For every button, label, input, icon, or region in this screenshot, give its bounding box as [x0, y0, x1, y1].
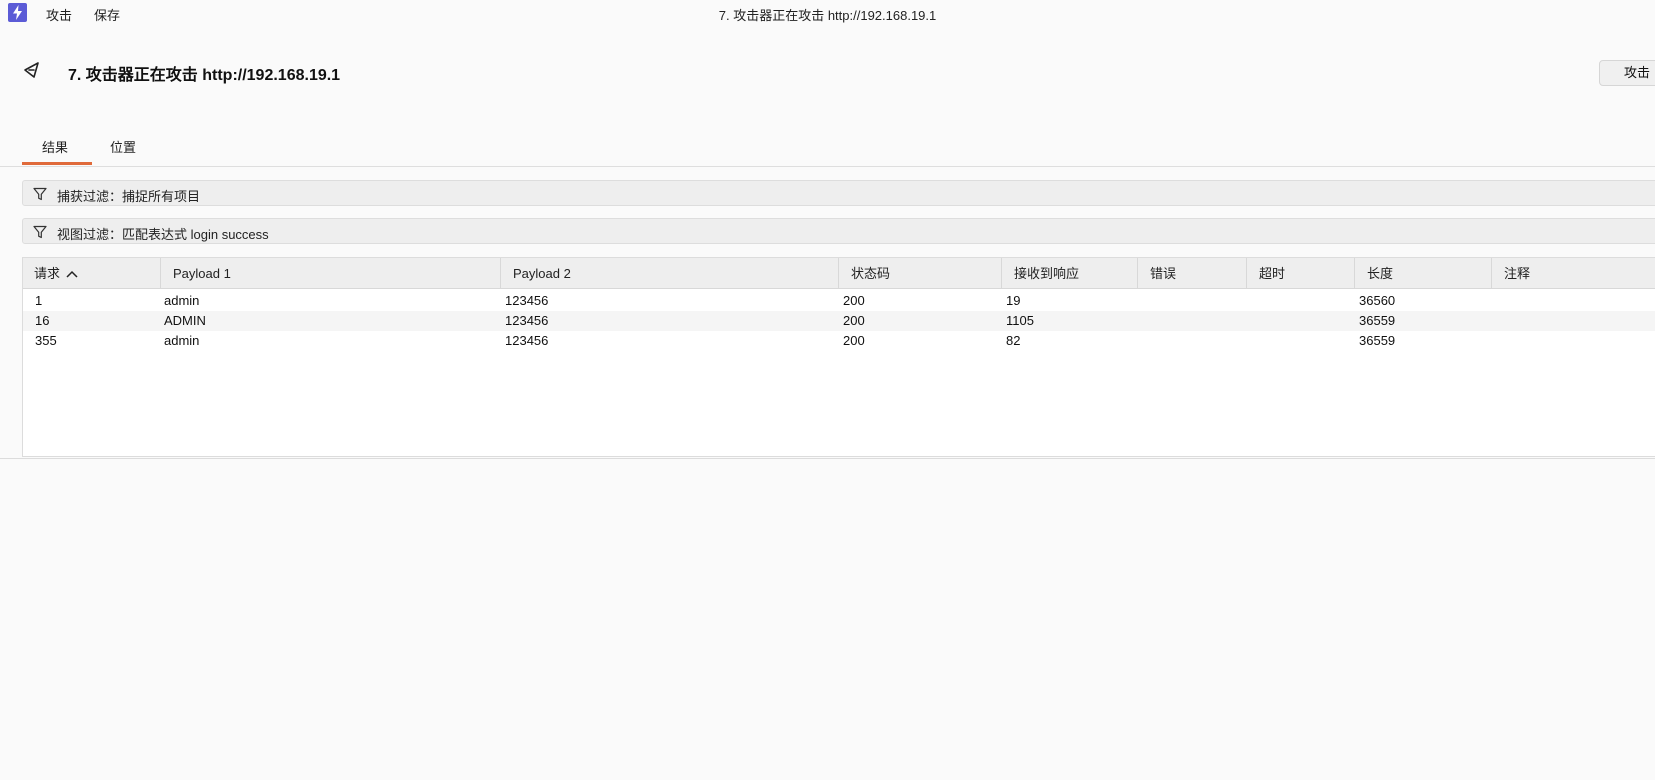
tab-positions[interactable]: 位置 — [110, 137, 136, 156]
window-title: 7. 攻击器正在攻击 http://192.168.19.1 — [718, 8, 937, 23]
cell-status-code: 200 — [843, 313, 865, 328]
cell-payload2: 123456 — [505, 313, 549, 328]
cell-payload1: admin — [164, 293, 200, 308]
column-header-error[interactable]: 错误 — [1137, 258, 1246, 289]
table-header: 请求 Payload 1 Payload 2 状态码 接收到响应 错误 超时 长… — [23, 258, 1655, 289]
cell-response-received: 19 — [1006, 293, 1021, 308]
cell-payload2: 123456 — [505, 293, 549, 308]
view-filter-bar[interactable]: 视图过滤：匹配表达式 login success — [22, 218, 1655, 244]
cell-status-code: 200 — [843, 293, 865, 308]
cell-payload1: ADMIN — [164, 313, 206, 328]
tab-results[interactable]: 结果 — [42, 137, 68, 156]
capture-filter-text: 捕获过滤：捕捉所有项目 — [57, 189, 201, 204]
cell-length: 36559 — [1359, 313, 1396, 328]
cell-payload1: admin — [164, 333, 200, 348]
column-header-request[interactable]: 请求 — [23, 258, 160, 289]
table-row[interactable]: 355 admin 123456 200 82 36559 — [23, 331, 1655, 351]
menu-bar: 攻击 保存 7. 攻击器正在攻击 http://192.168.19.1 — [0, 0, 1655, 26]
cell-request: 355 — [35, 333, 57, 348]
cell-length: 36560 — [1359, 293, 1396, 308]
active-tab-indicator — [22, 162, 92, 165]
column-header-response-received[interactable]: 接收到响应 — [1001, 258, 1137, 289]
back-arrow-icon[interactable] — [22, 60, 42, 80]
panel-divider — [0, 458, 1655, 459]
column-header-payload2[interactable]: Payload 2 — [500, 258, 838, 289]
view-filter-text: 视图过滤：匹配表达式 login success — [57, 227, 269, 242]
cell-payload2: 123456 — [505, 333, 549, 348]
filter-funnel-icon — [33, 225, 47, 239]
filter-funnel-icon — [33, 187, 47, 201]
page-title: 7. 攻击器正在攻击 http://192.168.19.1 — [68, 67, 341, 84]
cell-response-received: 1105 — [1006, 313, 1034, 328]
cell-status-code: 200 — [843, 333, 865, 348]
column-header-comment[interactable]: 注释 — [1491, 258, 1655, 289]
cell-request: 16 — [35, 313, 50, 328]
results-table: 请求 Payload 1 Payload 2 状态码 接收到响应 错误 超时 长… — [22, 257, 1655, 457]
column-header-status-code[interactable]: 状态码 — [838, 258, 1001, 289]
table-row[interactable]: 16 ADMIN 123456 200 1105 36559 — [23, 311, 1655, 331]
table-row[interactable]: 1 admin 123456 200 19 36560 — [23, 291, 1655, 311]
sort-ascending-icon — [66, 258, 78, 289]
tabs-divider — [0, 166, 1655, 167]
attack-button[interactable]: 攻击 — [1599, 60, 1655, 86]
column-header-payload1[interactable]: Payload 1 — [160, 258, 500, 289]
cell-length: 36559 — [1359, 333, 1396, 348]
cell-request: 1 — [35, 293, 43, 308]
column-header-length[interactable]: 长度 — [1354, 258, 1491, 289]
capture-filter-bar[interactable]: 捕获过滤：捕捉所有项目 — [22, 180, 1655, 206]
cell-response-received: 82 — [1006, 333, 1021, 348]
column-header-timeout[interactable]: 超时 — [1246, 258, 1354, 289]
